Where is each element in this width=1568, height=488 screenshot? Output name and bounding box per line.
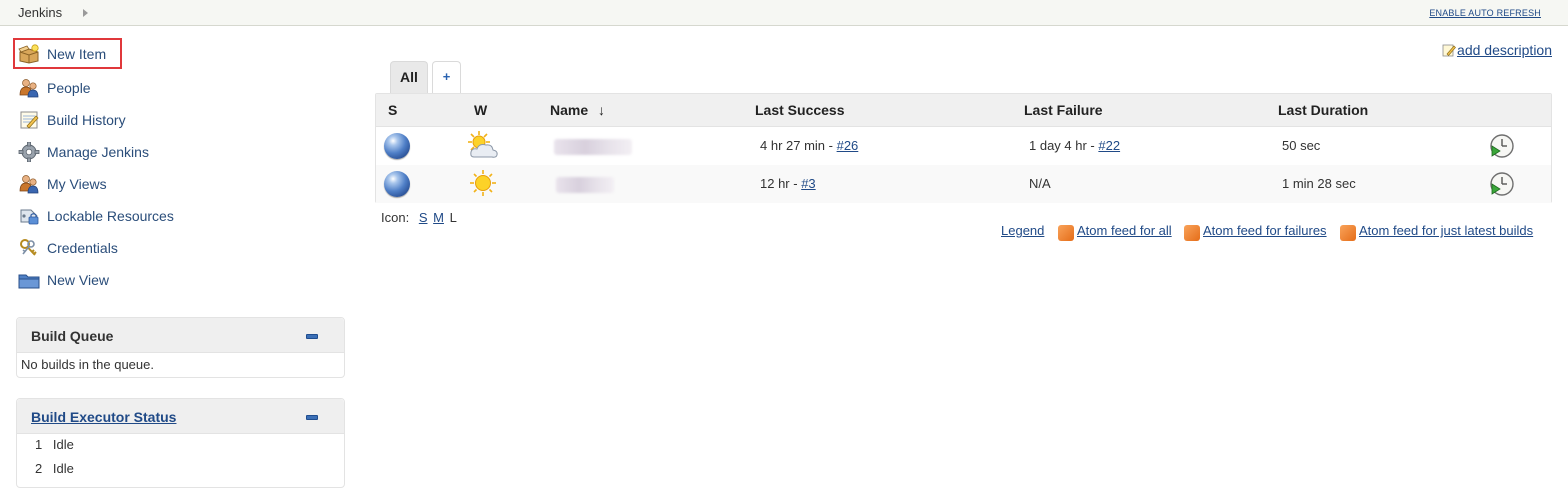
icon-size-medium-link[interactable]: M xyxy=(433,210,444,225)
task-label: People xyxy=(47,80,91,96)
build-queue-title: Build Queue xyxy=(31,328,114,344)
executor-number: 1 xyxy=(35,437,43,452)
last-failure-time: 1 day 4 hr - xyxy=(1029,138,1099,153)
executor-number: 2 xyxy=(35,461,43,476)
last-duration-cell: 1 min 28 sec xyxy=(1282,176,1356,191)
table-row: 12 hr - #3 N/A 1 min 28 sec xyxy=(376,165,1551,203)
build-executor-pane: Build Executor Status 1 Idle 2 Idle xyxy=(16,398,345,488)
last-success-cell: 4 hr 27 min - #26 xyxy=(760,138,858,153)
task-credentials[interactable]: Credentials xyxy=(13,232,233,262)
build-executor-title-link[interactable]: Build Executor Status xyxy=(31,409,176,425)
icon-size-selector: Icon: S M L xyxy=(381,210,457,225)
task-build-history[interactable]: Build History xyxy=(13,104,233,134)
build-queue-pane: Build Queue No builds in the queue. xyxy=(16,317,345,378)
job-name-link[interactable] xyxy=(554,139,632,155)
collapse-icon[interactable] xyxy=(306,334,318,339)
breadcrumb-arrow-icon[interactable] xyxy=(83,9,88,17)
task-manage-jenkins[interactable]: Manage Jenkins xyxy=(13,136,233,166)
build-queue-header: Build Queue xyxy=(17,318,344,353)
column-header-name[interactable]: Name ↓ xyxy=(550,102,605,118)
last-success-cell: 12 hr - #3 xyxy=(760,176,816,191)
column-header-last-duration[interactable]: Last Duration xyxy=(1278,102,1368,118)
tab-all[interactable]: All xyxy=(390,61,428,94)
build-executor-header: Build Executor Status xyxy=(17,399,344,434)
task-new-view[interactable]: New View xyxy=(13,264,233,294)
people-icon xyxy=(19,175,39,194)
schedule-build-icon[interactable] xyxy=(1489,133,1515,159)
rss-feed-icon[interactable] xyxy=(1340,225,1356,241)
build-queue-empty-text: No builds in the queue. xyxy=(21,357,154,372)
new-item-icon xyxy=(18,44,39,64)
build-history-icon xyxy=(20,111,39,129)
task-label: Lockable Resources xyxy=(47,208,174,224)
task-lockable-resources[interactable]: Lockable Resources xyxy=(13,200,233,230)
add-description-link[interactable]: add description xyxy=(1442,42,1552,58)
last-failure-cell: N/A xyxy=(1029,176,1051,191)
task-label: New View xyxy=(47,272,109,288)
rss-feed-icon[interactable] xyxy=(1184,225,1200,241)
column-header-last-success[interactable]: Last Success xyxy=(755,102,845,118)
keys-icon xyxy=(20,239,37,256)
task-label: Build History xyxy=(47,112,126,128)
task-label: Credentials xyxy=(47,240,118,256)
task-label: Manage Jenkins xyxy=(47,144,149,160)
collapse-icon[interactable] xyxy=(306,415,318,420)
folder-icon xyxy=(18,274,40,289)
atom-feed-failures-link[interactable]: Atom feed for failures xyxy=(1203,223,1327,238)
last-failure-build-link[interactable]: #22 xyxy=(1098,138,1120,153)
build-queue-body: No builds in the queue. xyxy=(17,353,344,372)
last-duration-cell: 50 sec xyxy=(1282,138,1321,153)
gear-icon xyxy=(18,142,40,162)
projects-table: S W Name ↓ Last Success Last Failure Las… xyxy=(375,93,1552,203)
column-header-status[interactable]: S xyxy=(388,102,397,118)
table-header: S W Name ↓ Last Success Last Failure Las… xyxy=(376,94,1551,127)
column-header-last-failure[interactable]: Last Failure xyxy=(1024,102,1103,118)
breadcrumb-bar: Jenkins ENABLE AUTO REFRESH xyxy=(0,0,1568,26)
enable-auto-refresh-link[interactable]: ENABLE AUTO REFRESH xyxy=(1429,8,1541,18)
column-header-name-label: Name xyxy=(550,102,589,118)
lockable-resources-icon xyxy=(20,209,39,225)
status-blue-ball-icon[interactable] xyxy=(384,133,410,159)
table-row: 4 hr 27 min - #26 1 day 4 hr - #22 50 se… xyxy=(376,127,1551,165)
atom-feed-latest-link[interactable]: Atom feed for just latest builds xyxy=(1359,223,1533,238)
last-success-time: 4 hr 27 min - xyxy=(760,138,837,153)
task-my-views[interactable]: My Views xyxy=(13,168,233,198)
icon-size-large-current: L xyxy=(449,210,457,225)
job-name-link[interactable] xyxy=(556,177,614,193)
executor-status: Idle xyxy=(52,461,74,476)
legend-link[interactable]: Legend xyxy=(1001,223,1044,238)
people-icon xyxy=(19,79,39,98)
rss-feed-icon[interactable] xyxy=(1058,225,1074,241)
add-description-label: add description xyxy=(1457,42,1552,58)
weather-partly-cloudy-icon[interactable] xyxy=(466,130,500,162)
atom-feed-all-link[interactable]: Atom feed for all xyxy=(1077,223,1172,238)
icon-size-small-link[interactable]: S xyxy=(419,210,428,225)
icon-size-label: Icon: xyxy=(381,210,410,225)
last-success-build-link[interactable]: #3 xyxy=(801,176,815,191)
task-label: My Views xyxy=(47,176,107,192)
schedule-build-icon[interactable] xyxy=(1489,171,1515,197)
breadcrumb-jenkins[interactable]: Jenkins xyxy=(18,5,62,20)
last-success-time: 12 hr - xyxy=(760,176,802,191)
edit-description-icon xyxy=(1442,44,1456,57)
task-label: New Item xyxy=(47,46,107,62)
last-success-build-link[interactable]: #26 xyxy=(837,138,859,153)
weather-sunny-icon[interactable] xyxy=(466,168,500,200)
sort-arrow-icon: ↓ xyxy=(598,102,606,118)
executor-row: 1 Idle xyxy=(35,437,74,452)
executor-status: Idle xyxy=(52,437,74,452)
task-people[interactable]: People xyxy=(13,72,233,102)
executor-row: 2 Idle xyxy=(35,461,74,476)
column-header-weather[interactable]: W xyxy=(474,102,487,118)
tab-new-view[interactable]: + xyxy=(432,61,461,93)
status-blue-ball-icon[interactable] xyxy=(384,171,410,197)
last-failure-cell: 1 day 4 hr - #22 xyxy=(1029,138,1120,153)
task-new-item[interactable]: New Item xyxy=(13,38,122,69)
